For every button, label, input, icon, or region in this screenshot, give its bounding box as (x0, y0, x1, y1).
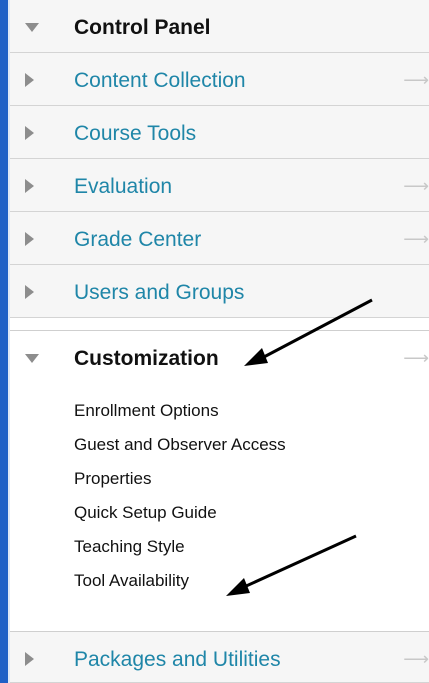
menu-item-content-collection[interactable]: Content Collection ⟶ (10, 53, 429, 106)
control-panel-header[interactable]: Control Panel (10, 0, 429, 53)
menu-item-grade-center[interactable]: Grade Center ⟶ (10, 212, 429, 265)
control-panel-title: Control Panel (74, 16, 211, 39)
submenu-item-tool-availability[interactable]: Tool Availability (74, 571, 189, 591)
menu-item-course-tools[interactable]: Course Tools (10, 106, 429, 159)
right-arrow-icon[interactable]: ⟶ (403, 70, 429, 91)
right-arrow-icon[interactable]: ⟶ (403, 176, 429, 197)
menu-item-packages-and-utilities[interactable]: Packages and Utilities ⟶ (10, 631, 429, 683)
menu-item-label[interactable]: Course Tools (74, 122, 196, 146)
right-arrow-icon[interactable]: ⟶ (403, 649, 429, 670)
submenu-item-teaching-style[interactable]: Teaching Style (74, 537, 185, 557)
triangle-right-icon[interactable] (25, 285, 34, 299)
menu-item-customization[interactable]: Customization ⟶ (10, 330, 429, 383)
right-arrow-icon[interactable]: ⟶ (403, 348, 429, 369)
triangle-down-icon[interactable] (25, 354, 39, 363)
triangle-right-icon[interactable] (25, 232, 34, 246)
triangle-right-icon[interactable] (25, 179, 34, 193)
triangle-right-icon[interactable] (25, 126, 34, 140)
menu-item-label[interactable]: Evaluation (74, 175, 172, 199)
submenu-item-quick-setup-guide[interactable]: Quick Setup Guide (74, 503, 217, 523)
menu-item-label[interactable]: Packages and Utilities (74, 648, 281, 672)
submenu-item-enrollment-options[interactable]: Enrollment Options (74, 401, 219, 421)
left-accent-bar (0, 0, 8, 683)
menu-item-label[interactable]: Customization (74, 347, 219, 371)
submenu-item-guest-observer-access[interactable]: Guest and Observer Access (74, 435, 286, 455)
control-panel: Control Panel Content Collection ⟶ Cours… (0, 0, 429, 683)
menu-item-label[interactable]: Grade Center (74, 228, 201, 252)
triangle-right-icon[interactable] (25, 73, 34, 87)
right-arrow-icon[interactable]: ⟶ (403, 229, 429, 250)
menu-item-users-and-groups[interactable]: Users and Groups (10, 265, 429, 318)
menu-item-evaluation[interactable]: Evaluation ⟶ (10, 159, 429, 212)
triangle-right-icon[interactable] (25, 652, 34, 666)
customization-submenu: Enrollment Options Guest and Observer Ac… (10, 383, 429, 631)
menu-item-label[interactable]: Content Collection (74, 69, 246, 93)
triangle-down-icon (25, 23, 39, 32)
menu-item-label[interactable]: Users and Groups (74, 281, 244, 305)
submenu-item-properties[interactable]: Properties (74, 469, 151, 489)
